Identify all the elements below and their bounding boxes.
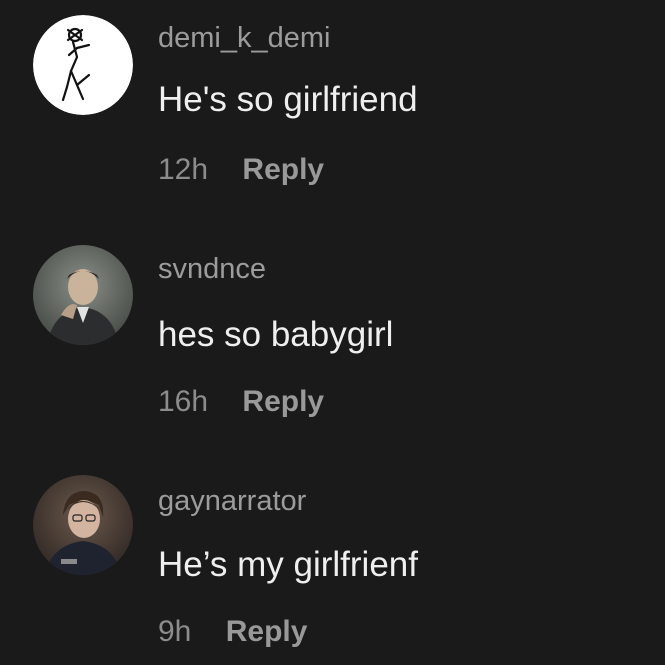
reply-button[interactable]: Reply xyxy=(242,385,324,419)
comment-timestamp: 12h xyxy=(158,153,209,186)
comment-meta: 16h Reply xyxy=(158,385,324,419)
comment-username[interactable]: demi_k_demi xyxy=(158,22,330,55)
comment-username[interactable]: svndnce xyxy=(158,253,266,286)
comment-username[interactable]: gaynarrator xyxy=(158,485,306,518)
comment-meta: 12h Reply xyxy=(158,153,324,187)
man-in-suit-icon xyxy=(33,245,133,345)
reply-button[interactable]: Reply xyxy=(242,153,324,187)
young-man-icon xyxy=(33,475,133,575)
comment-text: hes so babygirl xyxy=(158,315,394,354)
comment-timestamp: 16h xyxy=(158,385,209,418)
user-avatar-young-man[interactable] xyxy=(33,475,133,575)
reply-button[interactable]: Reply xyxy=(226,615,308,649)
user-avatar-man-in-suit[interactable] xyxy=(33,245,133,345)
user-avatar-stick-figure[interactable] xyxy=(33,15,133,115)
stick-figure-icon xyxy=(33,15,133,115)
comment-text: He's so girlfriend xyxy=(158,80,418,119)
comment-meta: 9h Reply xyxy=(158,615,307,649)
comment-timestamp: 9h xyxy=(158,615,192,648)
comment-text: He’s my girlfrienf xyxy=(158,545,418,584)
